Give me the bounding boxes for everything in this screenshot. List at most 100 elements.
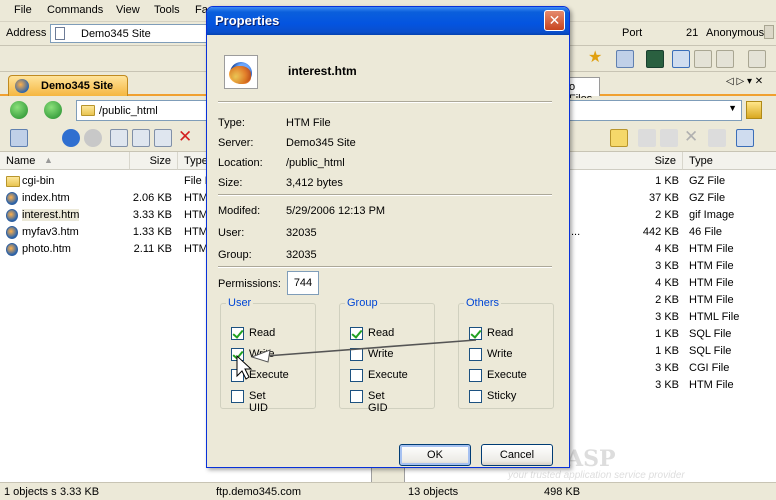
file-type: 46 File [689,226,723,238]
checkbox-box[interactable] [469,327,482,340]
file-size: 37 KB [649,192,679,204]
column-label: Name [6,155,36,167]
group-legend: User [228,297,252,309]
right-total-size: 498 KB [544,486,581,498]
host-name: ftp.demo345.com [216,486,301,498]
checkbox-label: Read [249,327,276,339]
tab-local-files[interactable]: o Files [566,77,600,105]
favorites-star-icon[interactable]: ★ [588,50,606,68]
left-total-size: 3.33 KB [60,486,100,498]
local-print-icon[interactable] [708,129,726,147]
tab-nav-arrows[interactable]: ◁ ▷ ▾ ✕ [726,76,763,87]
tab-demo345-site[interactable]: Demo345 Site [8,75,128,96]
file-type: HTM [184,226,208,238]
layout-icon[interactable] [672,50,690,68]
refresh-icon[interactable] [62,129,80,147]
new-folder-icon[interactable] [610,129,628,147]
forward-icon[interactable] [44,101,62,119]
close-button[interactable]: ✕ [544,10,565,31]
htm-file-icon [6,243,18,256]
checkbox-box[interactable] [231,369,244,382]
port-value[interactable]: 21 [686,27,698,39]
file-size: 1.33 KB [132,226,172,238]
file-size: 3.33 KB [132,209,172,221]
file-size: 3 KB [655,362,679,374]
file-size: 4 KB [655,277,679,289]
split-horizontal-icon[interactable] [716,50,734,68]
local-delete-icon[interactable]: ✕ [684,127,702,146]
column-header-size[interactable]: Size [130,152,178,170]
group-legend: Others [466,297,500,309]
checkbox-box[interactable] [231,327,244,340]
document-icon [55,27,65,40]
watermark-tagline: your trusted application service provide… [508,470,685,481]
checkbox-box[interactable] [469,348,482,361]
file-size: 2.06 KB [132,192,172,204]
scroll-up-button[interactable] [764,25,774,39]
user-value[interactable]: Anonymous [706,27,764,39]
chart-icon[interactable] [646,50,664,68]
checkbox-box[interactable] [469,390,482,403]
port-label: Port [622,27,643,39]
modified-value: 5/29/2006 12:13 PM [286,205,386,217]
checkbox-box[interactable] [469,369,482,382]
move-icon[interactable] [154,129,172,147]
column-header-name[interactable]: Name ▲ [0,152,130,170]
permissions-field[interactable]: 744 [287,271,319,295]
disconnect-icon[interactable] [10,129,28,147]
column-label: Type [689,155,713,167]
file-type: HTM File [689,277,734,289]
file-type: GZ File [689,192,726,204]
file-type: HTM File [689,294,734,306]
path-field[interactable]: /public_html [76,100,208,121]
chevron-down-icon[interactable]: ▼ [728,103,737,113]
checkbox-label: Execute [368,369,408,381]
file-type: GZ File [689,175,726,187]
permissions-label: Permissions: [218,278,281,290]
file-type: HTM File [689,243,734,255]
upload-icon[interactable] [110,129,128,147]
column-label: Size [654,155,676,167]
delete-icon[interactable]: ✕ [178,127,196,146]
cancel-button[interactable]: Cancel [481,444,553,466]
address-field[interactable]: Demo345 Site [50,24,210,43]
file-size: 2 KB [655,209,679,221]
view-mode-icon[interactable] [736,129,754,147]
checkbox-box[interactable] [231,348,244,361]
properties-icon[interactable] [616,50,634,68]
split-vertical-icon[interactable] [694,50,712,68]
ok-button[interactable]: OK [399,444,471,466]
column-header-type[interactable]: Type [683,152,776,170]
file-size: 3 KB [655,379,679,391]
up-folder-icon[interactable] [746,101,762,119]
file-size: 1 KB [655,345,679,357]
group-permissions-group: Group Read Write Execute Set GID [339,297,435,414]
file-type: HTM [184,209,208,221]
checkbox-box[interactable] [350,327,363,340]
type-value: HTM File [286,117,331,129]
window-icon[interactable] [748,50,766,68]
back-icon[interactable] [10,101,28,119]
file-size: 442 KB [642,226,679,238]
dialog-titlebar[interactable]: Properties ✕ [207,7,569,35]
checkbox-label: Write [249,348,275,360]
menu-tools[interactable]: Tools [154,4,180,16]
address-label: Address [6,27,47,39]
menu-commands[interactable]: Commands [47,4,103,16]
checkbox-box[interactable] [350,369,363,382]
checkbox-label: Write [368,348,394,360]
firefox-file-icon [224,55,258,89]
checkbox-box[interactable] [350,348,363,361]
edit-icon[interactable] [132,129,150,147]
stop-icon[interactable] [84,129,102,147]
folder-icon [6,176,20,187]
local-path-field[interactable]: ▼ [566,100,742,121]
checkbox-box[interactable] [231,390,244,403]
status-bar: 1 objects s 3.33 KB ftp.demo345.com 13 o… [0,482,776,500]
local-edit-icon[interactable] [660,129,678,147]
checkbox-box[interactable] [350,390,363,403]
local-upload-icon[interactable] [638,129,656,147]
close-icon: ✕ [548,12,561,28]
menu-view[interactable]: View [116,4,140,16]
menu-file[interactable]: File [14,4,32,16]
